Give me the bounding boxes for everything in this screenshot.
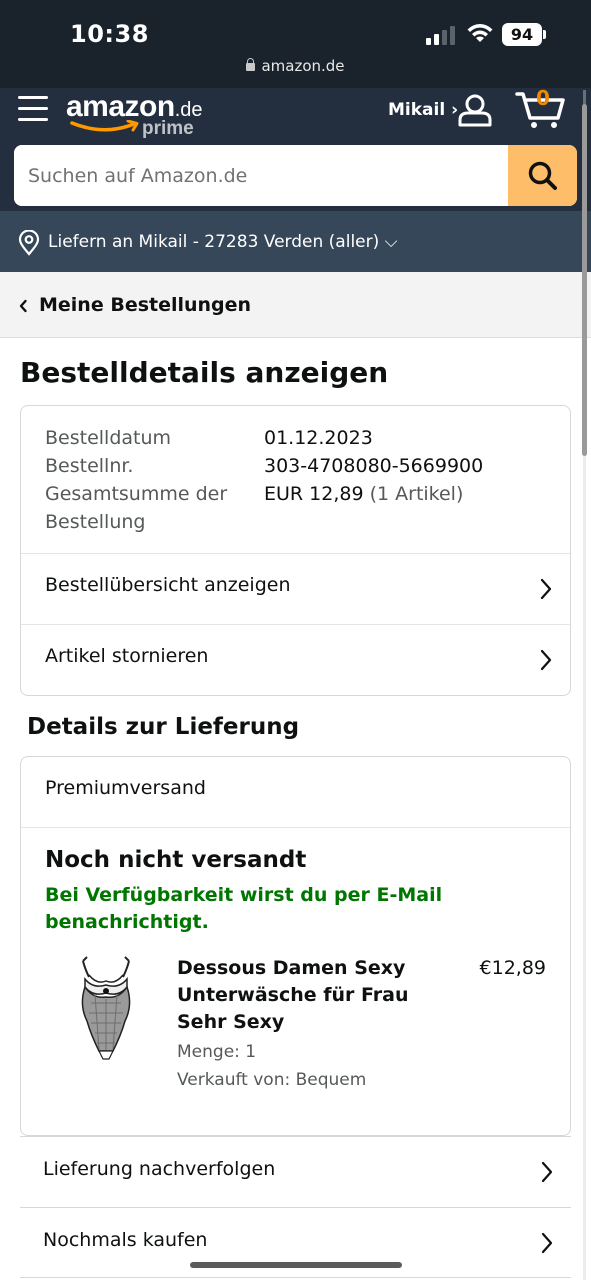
chevron-left-icon — [19, 299, 27, 313]
status-bar: 10:38 94 amazon.de — [0, 0, 591, 88]
address-bar[interactable]: amazon.de — [0, 57, 591, 75]
logo-prime: prime — [142, 118, 194, 139]
amazon-logo[interactable]: amazon.de prime — [66, 90, 216, 140]
cancel-items-label: Artikel stornieren — [45, 645, 209, 667]
delivery-card: Premiumversand Noch nicht versandt Bei V… — [20, 756, 571, 1136]
order-number-value: 303-4708080-5669900 — [264, 455, 484, 477]
buy-again-label: Nochmals kaufen — [43, 1229, 208, 1251]
order-item-count: (1 Artikel) — [369, 483, 464, 505]
delivery-section-title: Details zur Lieferung — [27, 714, 300, 740]
user-icon[interactable] — [457, 93, 493, 127]
shipping-method: Premiumversand — [45, 777, 206, 799]
search-icon — [528, 161, 557, 190]
order-total-label-1: Gesamtsumme der — [45, 483, 228, 505]
track-delivery-label: Lieferung nachverfolgen — [43, 1158, 276, 1180]
view-order-summary-label: Bestellübersicht anzeigen — [45, 574, 291, 596]
deliver-to-text: Liefern an Mikail - 27283 Verden (aller)… — [48, 232, 398, 252]
track-delivery-row[interactable]: Lieferung nachverfolgen — [20, 1136, 571, 1207]
cancel-items-row[interactable]: Artikel stornieren — [21, 625, 570, 695]
divider — [21, 827, 570, 828]
breadcrumb[interactable]: Meine Bestellungen — [0, 272, 591, 338]
account-link[interactable]: Mikail › — [388, 100, 458, 120]
status-time: 10:38 — [70, 20, 149, 48]
menu-icon[interactable] — [18, 96, 48, 122]
chevron-right-icon — [541, 1232, 553, 1254]
search-button[interactable] — [508, 145, 577, 206]
product-title-link[interactable]: Dessous Damen Sexy Unterwäsche für Frau … — [177, 955, 427, 1036]
breadcrumb-label: Meine Bestellungen — [39, 294, 252, 316]
chevron-right-icon — [540, 578, 552, 600]
availability-notice: Bei Verfügbarkeit wirst du per E-Mail be… — [45, 884, 443, 933]
page-title: Bestelldetails anzeigen — [20, 356, 389, 389]
view-order-summary-row[interactable]: Bestellübersicht anzeigen — [21, 554, 570, 624]
order-date-value: 01.12.2023 — [264, 427, 373, 449]
scrollbar[interactable] — [582, 104, 587, 456]
lock-icon — [246, 58, 256, 71]
order-total-label-2: Bestellung — [45, 511, 146, 533]
product-quantity: Menge: 1 — [177, 1042, 257, 1062]
divider — [20, 1277, 571, 1278]
order-total-amount: EUR 12,89 — [264, 483, 364, 505]
battery-tip — [543, 30, 546, 39]
order-total-value: EUR 12,89 (1 Artikel) — [264, 480, 463, 508]
site-header: amazon.de prime Mikail › 0 — [0, 86, 591, 211]
cart-count: 0 — [536, 86, 550, 110]
home-indicator[interactable] — [190, 1262, 402, 1268]
signal-icon — [426, 25, 455, 45]
battery-indicator: 94 — [502, 23, 542, 46]
chevron-right-icon — [541, 1161, 553, 1183]
product-price: €12,89 — [479, 957, 546, 979]
order-date-label: Bestelldatum — [45, 427, 172, 449]
product-seller: Verkauft von: Bequem — [177, 1070, 367, 1090]
url-text: amazon.de — [261, 57, 345, 75]
smile-icon — [70, 120, 139, 132]
order-number-label: Bestellnr. — [45, 455, 134, 477]
wifi-icon — [467, 24, 493, 42]
search-input[interactable] — [14, 145, 508, 206]
order-summary-card: Bestelldatum 01.12.2023 Bestellnr. 303-4… — [20, 405, 571, 696]
shipment-status: Noch nicht versandt — [45, 847, 307, 873]
product-image[interactable] — [69, 955, 143, 1063]
deliver-to-bar[interactable]: Liefern an Mikail - 27283 Verden (aller)… — [0, 211, 591, 272]
chevron-right-icon — [540, 649, 552, 671]
search-bar — [14, 145, 577, 206]
location-pin-icon — [18, 230, 40, 256]
